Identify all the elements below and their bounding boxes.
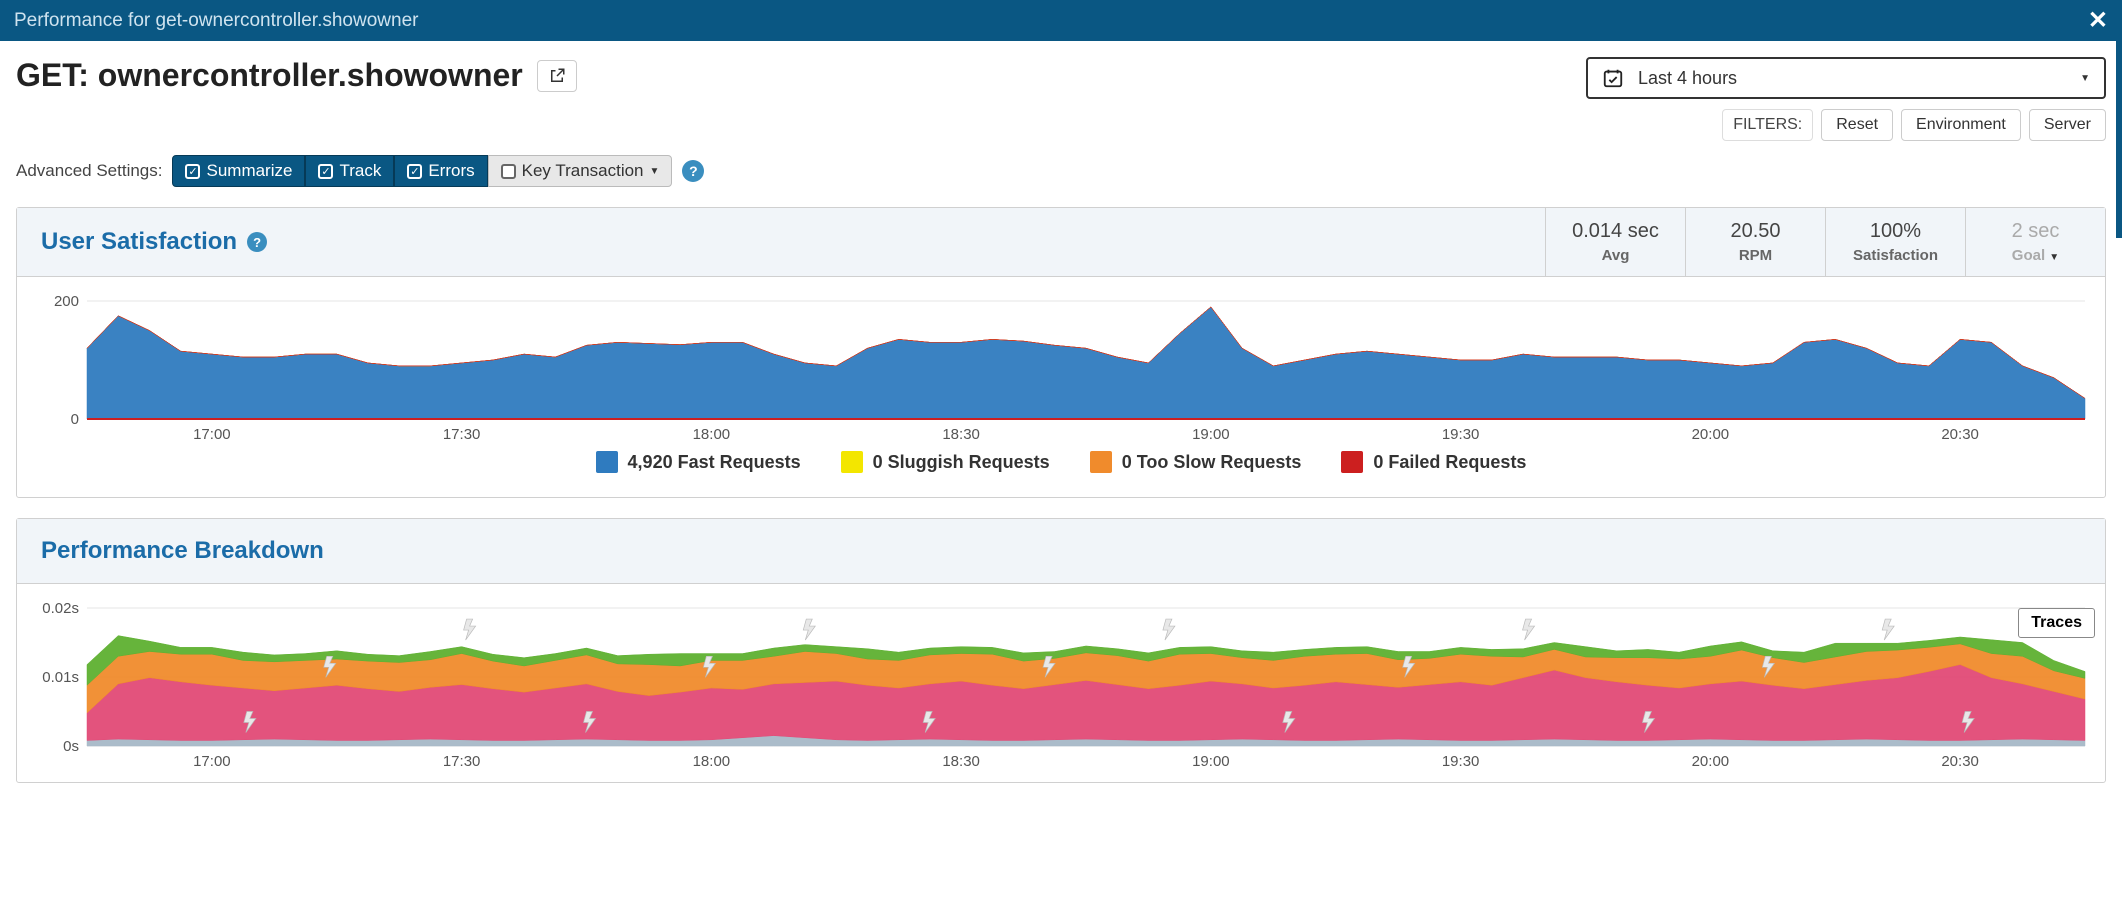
chevron-down-icon: ▼ xyxy=(2080,73,2090,84)
key-transaction-toggle[interactable]: Key Transaction ▼ xyxy=(488,155,673,187)
server-filter-button[interactable]: Server xyxy=(2029,109,2106,141)
svg-text:19:00: 19:00 xyxy=(1192,426,1230,443)
stat-rpm-label: RPM xyxy=(1686,247,1825,264)
svg-text:19:30: 19:30 xyxy=(1442,426,1480,443)
external-link-icon xyxy=(548,67,566,85)
check-icon: ✓ xyxy=(407,164,422,179)
filters-label: FILTERS: xyxy=(1722,109,1813,141)
chevron-down-icon: ▼ xyxy=(650,166,660,177)
stat-avg-value: 0.014 sec xyxy=(1546,220,1685,243)
svg-text:19:30: 19:30 xyxy=(1442,753,1480,770)
svg-text:18:30: 18:30 xyxy=(942,753,980,770)
check-icon: ✓ xyxy=(185,164,200,179)
stat-satisfaction: 100% Satisfaction xyxy=(1825,208,1965,276)
user-satisfaction-panel: User Satisfaction ? 0.014 sec Avg 20.50 RP… xyxy=(16,207,2106,498)
svg-text:200: 200 xyxy=(54,295,79,310)
legend-failed[interactable]: 0 Failed Requests xyxy=(1341,451,1526,473)
performance-breakdown-title: Performance Breakdown xyxy=(41,537,324,565)
right-accent-bar xyxy=(2116,38,2122,238)
stat-goal-label: Goal ▼ xyxy=(1966,247,2105,264)
titlebar-text: Performance for get-ownercontroller.show… xyxy=(14,10,418,32)
performance-breakdown-panel: Performance Breakdown Traces 0.02s0.01s0… xyxy=(16,518,2106,783)
svg-text:0: 0 xyxy=(71,411,79,428)
performance-breakdown-chart[interactable]: 0.02s 0.01s 0s 17:00 17:30 18:00 18:30 19:00 19:… xyxy=(27,602,2095,772)
track-label: Track xyxy=(339,161,381,181)
stat-goal[interactable]: 2 sec Goal ▼ xyxy=(1965,208,2105,276)
svg-text:17:30: 17:30 xyxy=(443,426,481,443)
summarize-toggle[interactable]: ✓ Summarize xyxy=(172,155,305,187)
errors-toggle[interactable]: ✓ Errors xyxy=(394,155,487,187)
track-toggle[interactable]: ✓ Track xyxy=(305,155,394,187)
key-transaction-label: Key Transaction xyxy=(522,161,644,181)
time-range-picker[interactable]: Last 4 hours ▼ xyxy=(1586,57,2106,99)
svg-text:18:30: 18:30 xyxy=(942,426,980,443)
help-icon[interactable]: ? xyxy=(247,232,267,252)
advanced-settings-label: Advanced Settings: xyxy=(16,161,162,181)
svg-text:18:00: 18:00 xyxy=(693,426,731,443)
stat-avg-label: Avg xyxy=(1546,247,1685,264)
stat-rpm-value: 20.50 xyxy=(1686,220,1825,243)
legend-sluggish[interactable]: 0 Sluggish Requests xyxy=(841,451,1050,473)
user-satisfaction-title: User Satisfaction xyxy=(41,228,237,256)
traces-button[interactable]: Traces xyxy=(2018,608,2095,638)
chevron-down-icon: ▼ xyxy=(2049,252,2059,263)
check-icon: ✓ xyxy=(318,164,333,179)
titlebar: Performance for get-ownercontroller.show… xyxy=(0,0,2122,41)
popout-button[interactable] xyxy=(537,60,577,92)
time-range-label: Last 4 hours xyxy=(1638,68,1737,89)
environment-filter-button[interactable]: Environment xyxy=(1901,109,2021,141)
svg-text:18:00: 18:00 xyxy=(693,753,731,770)
svg-text:17:30: 17:30 xyxy=(443,753,481,770)
page-title: GET: ownercontroller.showowner xyxy=(16,57,523,94)
reset-filters-button[interactable]: Reset xyxy=(1821,109,1893,141)
legend-slow[interactable]: 0 Too Slow Requests xyxy=(1090,451,1302,473)
stat-avg: 0.014 sec Avg xyxy=(1545,208,1685,276)
svg-text:0s: 0s xyxy=(63,738,79,755)
user-satisfaction-legend: 4,920 Fast Requests 0 Sluggish Requests … xyxy=(27,445,2095,487)
swatch-icon xyxy=(841,451,863,473)
svg-text:20:30: 20:30 xyxy=(1941,753,1979,770)
unchecked-icon xyxy=(501,164,516,179)
stat-goal-value: 2 sec xyxy=(1966,220,2105,243)
svg-text:20:30: 20:30 xyxy=(1941,426,1979,443)
legend-fast[interactable]: 4,920 Fast Requests xyxy=(596,451,801,473)
svg-text:17:00: 17:00 xyxy=(193,426,231,443)
summarize-label: Summarize xyxy=(206,161,292,181)
calendar-check-icon xyxy=(1602,67,1624,89)
user-satisfaction-chart[interactable]: 200 0 17:00 17:30 18:00 18:30 19:00 19:30 20:00 2… xyxy=(27,295,2095,445)
stat-rpm: 20.50 RPM xyxy=(1685,208,1825,276)
stat-sat-label: Satisfaction xyxy=(1826,247,1965,264)
close-icon[interactable]: ✕ xyxy=(2088,6,2108,35)
stat-sat-value: 100% xyxy=(1826,220,1965,243)
swatch-icon xyxy=(1090,451,1112,473)
svg-text:19:00: 19:00 xyxy=(1192,753,1230,770)
swatch-icon xyxy=(596,451,618,473)
advanced-toggle-group: ✓ Summarize ✓ Track ✓ Errors Key Transactio… xyxy=(172,155,672,187)
svg-text:17:00: 17:00 xyxy=(193,753,231,770)
errors-label: Errors xyxy=(428,161,474,181)
swatch-icon xyxy=(1341,451,1363,473)
help-icon[interactable]: ? xyxy=(682,160,704,182)
svg-text:20:00: 20:00 xyxy=(1692,426,1730,443)
svg-text:0.02s: 0.02s xyxy=(42,602,79,617)
svg-text:20:00: 20:00 xyxy=(1692,753,1730,770)
svg-text:0.01s: 0.01s xyxy=(42,669,79,686)
